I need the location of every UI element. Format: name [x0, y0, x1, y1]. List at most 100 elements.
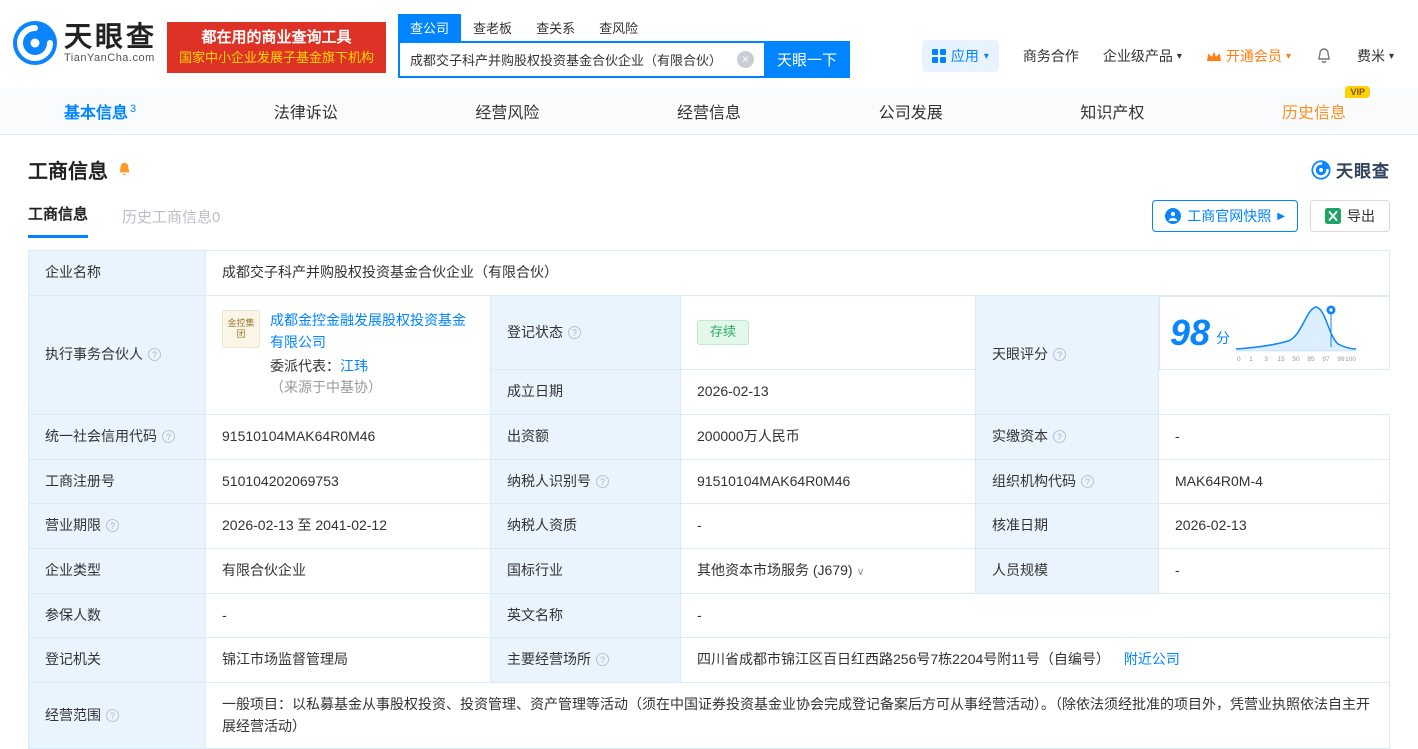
status-badge: 存续 — [697, 320, 750, 345]
address-value: 四川省成都市锦江区百日红西路256号7栋2204号附11号（自编号） 附近公司 — [680, 637, 1390, 683]
tab-intellectual-property[interactable]: 知识产权 — [1080, 99, 1144, 123]
help-icon[interactable]: ? — [568, 325, 581, 339]
subscribe-bell-icon[interactable] — [116, 161, 133, 178]
banner-line2: 国家中小企业发展子基金旗下机构 — [179, 49, 375, 65]
svg-text:1: 1 — [1249, 356, 1253, 363]
reg-status-value: 存续 — [680, 294, 976, 371]
section-title: 工商信息 — [28, 161, 108, 183]
table-row: 统一社会信用代码? 91510104MAK64R0M46 出资额 200000万… — [28, 413, 1390, 460]
delegate-line: 委派代表：江玮 （来源于中基协） — [270, 356, 474, 399]
help-icon[interactable]: ? — [1053, 347, 1066, 361]
enterprise-products-menu[interactable]: 企业级产品 ▾ — [1103, 46, 1182, 66]
org-code-label: 组织机构代码? — [975, 458, 1159, 505]
chevron-down-icon: ▾ — [1388, 50, 1394, 62]
chevron-down-icon: ▾ — [983, 50, 989, 62]
company-nav-tabs: 基本信息 3 法律诉讼 经营风险 经营信息 公司发展 知识产权 历史信息 VIP — [0, 86, 1418, 135]
tab-operating-info[interactable]: 经营信息 — [677, 99, 741, 123]
tab-history-info[interactable]: 历史信息 VIP — [1281, 86, 1370, 123]
help-icon[interactable]: ? — [106, 519, 119, 533]
partner-label: 执行事务合伙人? — [28, 294, 206, 415]
apps-label: 应用 — [950, 48, 979, 64]
svg-text:85: 85 — [1307, 356, 1315, 363]
search-tab-relation[interactable]: 查关系 — [524, 14, 587, 41]
staff-size-label: 人员规模 — [975, 547, 1159, 594]
notification-bell-icon[interactable] — [1315, 47, 1333, 65]
reg-authority-value: 锦江市场监督管理局 — [205, 637, 491, 683]
help-icon[interactable]: ? — [106, 708, 119, 722]
clear-icon[interactable]: × — [737, 51, 755, 68]
tab-basic-info[interactable]: 基本信息 3 — [64, 99, 136, 123]
svg-text:3: 3 — [1264, 356, 1268, 363]
tab-legal-proceedings[interactable]: 法律诉讼 — [274, 99, 338, 123]
paid-capital-label: 实缴资本? — [975, 413, 1159, 460]
industry-value: 其他资本市场服务 (J679) ∨ — [680, 547, 976, 594]
approval-date-value: 2026-02-13 — [1158, 503, 1390, 549]
table-row: 工商注册号 510104202069753 纳税人识别号? 91510104MA… — [28, 458, 1390, 505]
help-icon[interactable]: ? — [162, 429, 175, 443]
delegate-name-link[interactable]: 江玮 — [340, 358, 368, 374]
export-button[interactable]: 导出 — [1310, 200, 1390, 232]
official-snapshot-button[interactable]: 工商官网快照 ▶ — [1152, 200, 1298, 232]
business-info-table: 企业名称 成都交子科产并购股权投资基金合伙企业（有限合伙） 执行事务合伙人? 金… — [28, 250, 1390, 749]
crown-icon — [1206, 51, 1221, 61]
tab-basic-info-label: 基本信息 — [64, 105, 129, 122]
subtab-history-business-info[interactable]: 历史工商信息0 — [122, 206, 220, 238]
search-tab-company[interactable]: 查公司 — [398, 14, 462, 41]
chevron-down-icon[interactable]: ∨ — [857, 566, 865, 578]
user-menu[interactable]: 费米 ▾ — [1357, 46, 1394, 66]
search-button[interactable]: 天眼一下 — [764, 41, 851, 78]
help-icon[interactable]: ? — [596, 474, 609, 488]
partner-company-link[interactable]: 成都金控金融发展股权投资基金有限公司 — [270, 312, 466, 350]
industry-label: 国标行业 — [490, 547, 681, 594]
help-icon[interactable]: ? — [1053, 429, 1066, 443]
search-input[interactable] — [398, 41, 765, 78]
svg-text:100: 100 — [1345, 356, 1356, 363]
table-row: 执行事务合伙人? 金控集团 成都金控金融发展股权投资基金有限公司 委派代表：江玮… — [28, 294, 1390, 415]
help-icon[interactable]: ? — [596, 653, 609, 667]
tab-company-development[interactable]: 公司发展 — [879, 99, 943, 123]
approval-date-label: 核准日期 — [975, 503, 1159, 549]
search-tab-risk[interactable]: 查风险 — [587, 14, 650, 41]
company-type-value: 有限合伙企业 — [205, 547, 491, 594]
username: 费米 — [1356, 48, 1385, 64]
watermark-brand-text: 天眼查 — [1336, 162, 1390, 181]
credit-code-label: 统一社会信用代码? — [28, 413, 206, 460]
credit-code-value: 91510104MAK64R0M46 — [205, 413, 491, 460]
search-input-wrap: × — [398, 41, 765, 78]
capital-value: 200000万人民币 — [680, 413, 976, 460]
svg-text:99: 99 — [1337, 356, 1345, 363]
help-icon[interactable]: ? — [148, 347, 161, 361]
insured-label: 参保人数 — [28, 592, 206, 639]
help-icon[interactable]: ? — [1081, 474, 1094, 488]
subtab-business-info[interactable]: 工商信息 — [28, 203, 89, 238]
nearby-companies-link[interactable]: 附近公司 — [1124, 651, 1180, 667]
open-membership-menu[interactable]: 开通会员 ▾ — [1206, 46, 1291, 66]
english-name-value: - — [680, 592, 1390, 639]
staff-size-value: - — [1158, 547, 1390, 594]
site-logo[interactable]: 天眼查 TianYanCha.com — [12, 20, 157, 66]
snapshot-icon — [1165, 208, 1182, 224]
promo-banner: 都在用的商业查询工具 国家中小企业发展子基金旗下机构 — [167, 22, 387, 73]
company-type-label: 企业类型 — [28, 547, 206, 594]
logo-text: 天眼查 TianYanCha.com — [64, 22, 157, 64]
tab-history-info-label: 历史信息 — [1281, 105, 1346, 122]
table-row: 参保人数 - 英文名称 - — [28, 592, 1390, 639]
business-term-value: 2026-02-13 至 2041-02-12 — [205, 503, 491, 549]
tab-operating-risk[interactable]: 经营风险 — [475, 99, 539, 123]
business-cooperation-link[interactable]: 商务合作 — [1023, 46, 1079, 66]
svg-text:15: 15 — [1277, 356, 1285, 363]
reg-status-label: 登记状态? — [490, 294, 681, 371]
table-row: 登记机关 锦江市场监督管理局 主要经营场所? 四川省成都市锦江区百日红西路256… — [28, 637, 1390, 683]
org-code-value: MAK64R0M-4 — [1158, 458, 1390, 505]
partner-company-logo: 金控集团 — [222, 310, 260, 349]
subtab-actions: 工商官网快照 ▶ 导出 — [1152, 200, 1390, 232]
delegate-prefix: 委派代表： — [270, 357, 340, 374]
establish-date-value: 2026-02-13 — [680, 369, 976, 415]
watermark-brand: 天眼查 — [1311, 157, 1390, 182]
english-name-label: 英文名称 — [490, 592, 681, 639]
business-term-label: 营业期限? — [28, 503, 206, 549]
table-row: 经营范围? 一般项目：以私募基金从事股权投资、投资管理、资产管理等活动（须在中国… — [28, 681, 1390, 749]
apps-menu[interactable]: 应用 ▾ — [921, 40, 999, 72]
search-tab-boss[interactable]: 查老板 — [461, 14, 524, 41]
logo-domain: TianYanCha.com — [64, 51, 155, 64]
